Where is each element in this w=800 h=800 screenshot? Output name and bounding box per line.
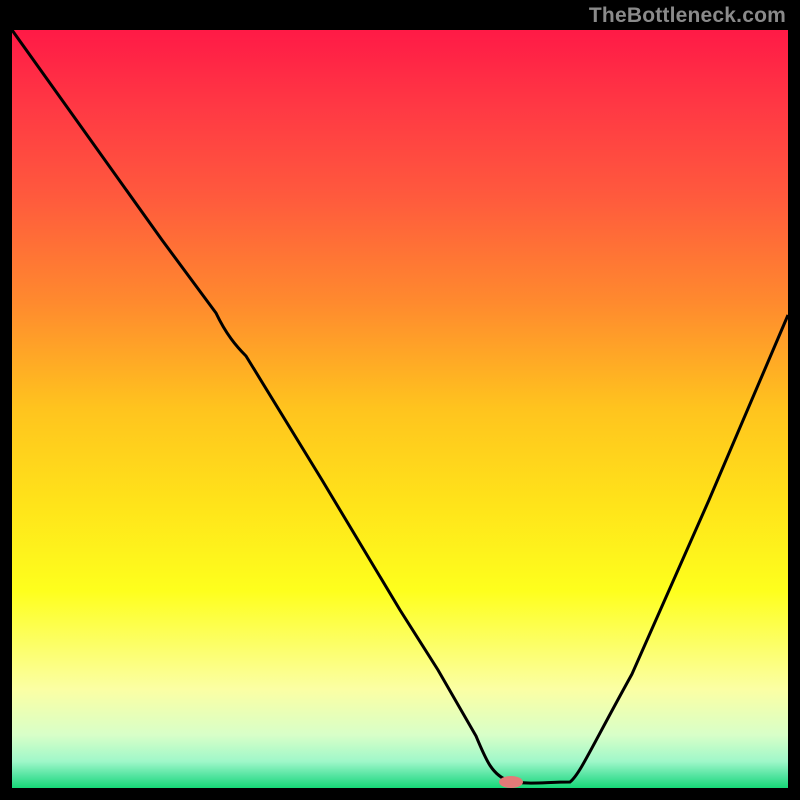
optimum-marker: [499, 776, 523, 788]
chart-frame: TheBottleneck.com: [0, 0, 800, 800]
watermark-text: TheBottleneck.com: [589, 4, 786, 28]
gradient-background: [12, 30, 788, 788]
bottleneck-chart: [12, 30, 788, 788]
plot-area: [12, 30, 788, 788]
